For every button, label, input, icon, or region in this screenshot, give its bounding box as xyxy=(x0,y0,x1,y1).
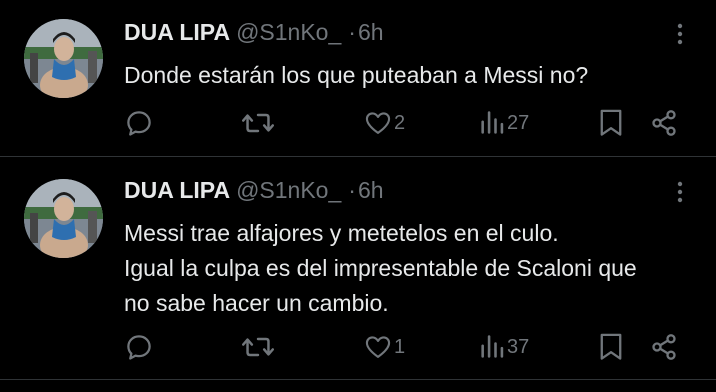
like-count: 1 xyxy=(394,335,406,358)
bookmark-icon xyxy=(600,333,622,360)
like-button[interactable]: 1 xyxy=(364,331,405,363)
separator-dot: · xyxy=(348,19,356,45)
avatar-photo xyxy=(24,19,103,98)
views-button[interactable]: 27 xyxy=(479,107,529,139)
author-handle[interactable]: @S1nKo_ xyxy=(236,19,341,45)
heart-icon xyxy=(365,336,391,358)
share-icon xyxy=(652,334,676,360)
tweet[interactable]: DUA LIPA @S1nKo_ ·6h Donde estarán los que… xyxy=(0,0,716,157)
tweet-text-line: Messi trae alfajores y metetelos en el c… xyxy=(124,220,559,246)
timestamp[interactable]: 6h xyxy=(358,19,384,45)
views-button[interactable]: 37 xyxy=(479,331,529,363)
timestamp[interactable]: 6h xyxy=(358,177,384,203)
more-button[interactable] xyxy=(674,178,686,206)
share-icon xyxy=(652,110,676,136)
reply-button[interactable] xyxy=(124,107,154,139)
heart-icon xyxy=(365,112,391,134)
retweet-button[interactable] xyxy=(242,331,274,363)
tweet-text-line: Igual la culpa es del impresentable de S… xyxy=(124,255,637,281)
share-button[interactable] xyxy=(650,107,678,139)
tweet-header: DUA LIPA @S1nKo_ ·6h xyxy=(124,176,384,204)
share-button[interactable] xyxy=(650,331,678,363)
avatar[interactable] xyxy=(24,19,103,98)
action-bar: 2 27 xyxy=(124,107,684,139)
author-handle[interactable]: @S1nKo_ xyxy=(236,177,341,203)
avatar-photo xyxy=(24,179,103,258)
bookmark-icon xyxy=(600,109,622,136)
like-button[interactable]: 2 xyxy=(364,107,405,139)
author-name[interactable]: DUA LIPA xyxy=(124,177,230,203)
like-count: 2 xyxy=(394,111,406,134)
views-chart-icon xyxy=(481,111,504,134)
more-button[interactable] xyxy=(674,20,686,48)
view-count: 37 xyxy=(507,335,530,358)
retweet-icon xyxy=(242,113,274,133)
more-dots-icon xyxy=(677,23,683,45)
separator-dot: · xyxy=(348,177,356,203)
reply-button[interactable] xyxy=(124,331,154,363)
retweet-icon xyxy=(242,337,274,357)
reply-icon xyxy=(127,111,151,136)
bookmark-button[interactable] xyxy=(598,331,624,363)
views-chart-icon xyxy=(481,335,504,358)
avatar[interactable] xyxy=(24,179,103,258)
view-count: 27 xyxy=(507,111,530,134)
bookmark-button[interactable] xyxy=(598,107,624,139)
author-name[interactable]: DUA LIPA xyxy=(124,19,230,45)
tweet-text: Messi trae alfajores y metetelos en el c… xyxy=(124,216,684,321)
action-bar: 1 37 xyxy=(124,331,684,363)
tweet[interactable]: DUA LIPA @S1nKo_ ·6h Messi trae alfajores … xyxy=(0,158,716,380)
tweet-text-line: Donde estarán los que puteaban a Messi n… xyxy=(124,62,589,88)
tweet-text-line: no sabe hacer un cambio. xyxy=(124,290,389,316)
reply-icon xyxy=(127,335,151,360)
retweet-button[interactable] xyxy=(242,107,274,139)
tweet-text: Donde estarán los que puteaban a Messi n… xyxy=(124,58,684,93)
more-dots-icon xyxy=(677,181,683,203)
tweet-header: DUA LIPA @S1nKo_ ·6h xyxy=(124,18,384,46)
